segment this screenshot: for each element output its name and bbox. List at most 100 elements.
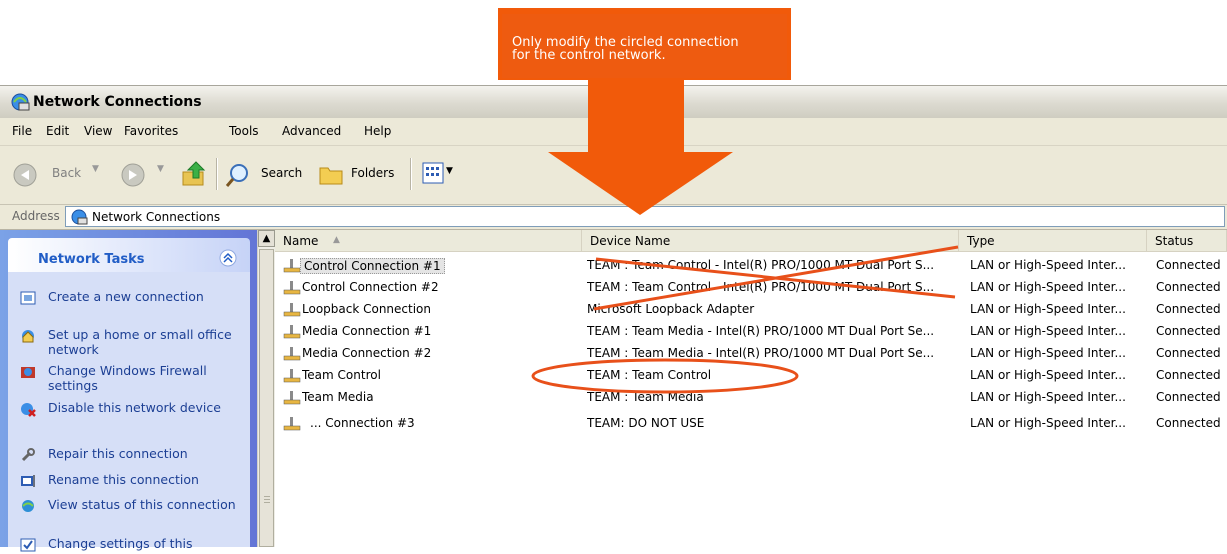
task-label: Change Windows Firewall settings xyxy=(48,363,207,393)
connection-status: Connected xyxy=(1156,324,1221,338)
menu-edit[interactable]: Edit xyxy=(46,124,69,138)
connection-status: Connected xyxy=(1156,368,1221,382)
task-change-settings[interactable]: Change settings of this xyxy=(18,536,244,554)
column-header-label: Type xyxy=(967,234,995,248)
connection-type: LAN or High-Speed Inter... xyxy=(970,416,1126,430)
network-tasks-title: Network Tasks xyxy=(38,252,145,267)
network-connections-icon xyxy=(11,93,30,111)
folders-button-label[interactable]: Folders xyxy=(351,166,394,180)
menu-view[interactable]: View xyxy=(84,124,112,138)
task-label: View status of this connection xyxy=(48,497,236,512)
task-view-status[interactable]: View status of this connection xyxy=(18,497,244,529)
rename-icon xyxy=(21,475,35,487)
column-header-type[interactable]: Type xyxy=(959,230,1147,252)
window-title: Network Connections xyxy=(33,94,202,110)
connection-type: LAN or High-Speed Inter... xyxy=(970,324,1126,338)
toolbar: Back ▼ ▼ Search Folders ▼ xyxy=(0,146,1227,205)
forward-arrow-icon[interactable] xyxy=(120,162,146,188)
connection-name: Media Connection #2 xyxy=(302,346,432,360)
device-name: TEAM : Team Control - Intel(R) PRO/1000 … xyxy=(587,280,935,294)
connection-type: LAN or High-Speed Inter... xyxy=(970,280,1126,294)
back-dropdown-icon[interactable]: ▼ xyxy=(92,164,99,174)
task-label: Create a new connection xyxy=(48,289,204,304)
column-header-status[interactable]: Status xyxy=(1147,230,1227,252)
scroll-up-icon[interactable]: ▲ xyxy=(258,230,275,247)
device-name: TEAM : Team Control - Intel(R) PRO/1000 … xyxy=(587,258,935,272)
connection-status: Connected xyxy=(1156,390,1221,404)
search-icon[interactable] xyxy=(224,162,250,188)
firewall-icon xyxy=(21,367,35,378)
connection-status: Connected xyxy=(1156,258,1221,272)
annotation-line-2: for the control network. xyxy=(512,48,666,63)
table-row[interactable]: Team Control TEAM : Team Control LAN or … xyxy=(275,365,1227,387)
connection-name: Team Control xyxy=(302,368,381,382)
connection-name: ... Connection #3 xyxy=(310,416,415,430)
device-name: Microsoft Loopback Adapter xyxy=(587,302,755,316)
connection-type: LAN or High-Speed Inter... xyxy=(970,302,1126,316)
task-pane: Network Tasks Create a new connection Se… xyxy=(0,230,257,552)
menu-advanced[interactable]: Advanced xyxy=(282,124,341,138)
lan-connection-icon xyxy=(283,369,301,383)
task-home-network[interactable]: Set up a home or small office network xyxy=(18,327,244,359)
device-name: TEAM : Team Control xyxy=(587,368,712,382)
vertical-scrollbar[interactable]: ▲ xyxy=(257,230,275,547)
disable-device-icon xyxy=(21,403,36,417)
back-arrow-icon[interactable] xyxy=(12,162,38,188)
sort-ascending-icon: ▲ xyxy=(333,235,340,245)
folders-icon[interactable] xyxy=(318,162,344,186)
table-row[interactable]: Team Media TEAM : Team Media LAN or High… xyxy=(275,387,1227,409)
task-repair-connection[interactable]: Repair this connection xyxy=(18,446,244,464)
task-label: Repair this connection xyxy=(48,446,188,461)
up-folder-icon[interactable] xyxy=(180,160,208,188)
column-header-name[interactable]: Name ▲ xyxy=(275,230,582,252)
lan-connection-icon xyxy=(283,391,301,405)
task-firewall-settings[interactable]: Change Windows Firewall settings xyxy=(18,363,244,395)
menu-favorites[interactable]: Favorites xyxy=(124,124,178,138)
table-row[interactable]: Media Connection #1 TEAM : Team Media - … xyxy=(275,321,1227,343)
table-row[interactable]: Control Connection #1 TEAM : Team Contro… xyxy=(275,255,1227,277)
menu-help[interactable]: Help xyxy=(364,124,391,138)
table-row[interactable]: Loopback Connection Microsoft Loopback A… xyxy=(275,299,1227,321)
task-create-connection[interactable]: Create a new connection xyxy=(18,289,244,321)
lan-connection-icon xyxy=(283,303,301,317)
address-value: Network Connections xyxy=(92,210,221,224)
search-button-label[interactable]: Search xyxy=(261,166,302,180)
views-icon[interactable] xyxy=(422,162,444,184)
connection-type: LAN or High-Speed Inter... xyxy=(970,346,1126,360)
connection-name: Media Connection #1 xyxy=(302,324,432,338)
lan-connection-icon xyxy=(283,347,301,361)
table-row[interactable]: ... Connection #3 TEAM: DO NOT USE LAN o… xyxy=(275,413,1227,435)
connection-name: Loopback Connection xyxy=(302,302,432,316)
lan-connection-icon xyxy=(283,281,301,295)
connection-name: Team Media xyxy=(302,390,374,404)
connection-status: Connected xyxy=(1156,280,1221,294)
back-button-label[interactable]: Back xyxy=(52,166,81,180)
connection-type: LAN or High-Speed Inter... xyxy=(970,390,1126,404)
task-rename-connection[interactable]: Rename this connection xyxy=(18,472,244,490)
connection-name: Control Connection #1 xyxy=(300,258,445,274)
connection-status: Connected xyxy=(1156,346,1221,360)
menu-file[interactable]: File xyxy=(12,124,32,138)
address-field[interactable]: Network Connections xyxy=(65,206,1225,227)
connection-status: Connected xyxy=(1156,416,1221,430)
device-name: TEAM: DO NOT USE xyxy=(587,416,705,430)
forward-dropdown-icon[interactable]: ▼ xyxy=(157,164,164,174)
window-title-bar[interactable]: Network Connections xyxy=(0,85,1227,118)
device-name: TEAM : Team Media xyxy=(587,390,704,404)
task-disable-device[interactable]: Disable this network device xyxy=(18,400,244,432)
menu-tools[interactable]: Tools xyxy=(229,124,259,138)
lan-connection-icon xyxy=(283,259,301,273)
column-header-device[interactable]: Device Name xyxy=(582,230,959,252)
network-tasks-header[interactable]: Network Tasks xyxy=(8,238,250,272)
home-network-icon xyxy=(22,330,34,343)
network-connections-icon xyxy=(71,209,88,225)
table-row[interactable]: Media Connection #2 TEAM : Team Media - … xyxy=(275,343,1227,365)
change-settings-icon xyxy=(20,538,36,552)
collapse-chevron-icon[interactable] xyxy=(219,249,237,267)
device-name: TEAM : Team Media - Intel(R) PRO/1000 MT… xyxy=(587,346,935,360)
connections-list: Name ▲ Device Name Type Status Control C… xyxy=(275,230,1227,547)
table-row[interactable]: Control Connection #2 TEAM : Team Contro… xyxy=(275,277,1227,299)
scroll-thumb[interactable] xyxy=(259,249,274,547)
views-dropdown-icon[interactable]: ▼ xyxy=(446,166,453,176)
network-tasks-body: Create a new connection Set up a home or… xyxy=(8,272,250,552)
